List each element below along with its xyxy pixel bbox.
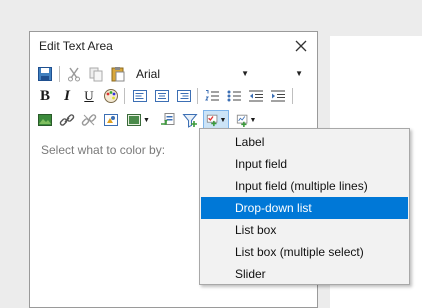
bold-icon: B (39, 87, 50, 104)
font-family-value: Arial (136, 67, 161, 81)
separator (292, 88, 293, 104)
bullet-list-button[interactable] (224, 86, 244, 106)
chevron-down-icon: ▼ (249, 116, 257, 124)
separator (59, 66, 60, 82)
insert-dynamic-item-icon (236, 114, 247, 127)
menu-item-input-field-multiline[interactable]: Input field (multiple lines) (201, 175, 408, 197)
insert-link-button[interactable] (57, 110, 77, 130)
toolbar-row-1: Arial ▼ ▼ (34, 64, 314, 86)
align-right-button[interactable] (174, 86, 194, 106)
close-button[interactable] (293, 38, 309, 54)
menu-item-slider[interactable]: Slider (201, 263, 408, 285)
save-icon (38, 67, 52, 81)
menu-item-input-field[interactable]: Input field (201, 153, 408, 175)
align-left-icon (133, 90, 147, 102)
insert-action-button[interactable] (158, 110, 178, 130)
remove-link-icon (81, 114, 97, 126)
indent-button[interactable] (268, 86, 288, 106)
insert-filter-button[interactable] (180, 110, 200, 130)
insert-property-control-icon (206, 114, 217, 127)
outdent-button[interactable] (246, 86, 266, 106)
insert-visualization-icon (127, 114, 142, 126)
align-center-button[interactable] (152, 86, 172, 106)
copy-icon (89, 67, 103, 82)
align-center-icon (155, 90, 169, 102)
italic-icon: I (64, 87, 70, 104)
numbered-list-button[interactable] (202, 86, 222, 106)
insert-filter-icon (182, 114, 198, 128)
outdent-icon (249, 90, 263, 102)
align-right-icon (177, 90, 191, 102)
insert-image-icon (38, 114, 52, 126)
title-bar: Edit Text Area (30, 32, 317, 62)
chevron-down-icon: ▼ (219, 116, 227, 124)
menu-item-list-box[interactable]: List box (201, 219, 408, 241)
paste-button[interactable] (108, 64, 128, 84)
toolbar-row-2: B I U (34, 86, 314, 108)
insert-visualization-button[interactable]: ▼ (123, 110, 153, 130)
color-button[interactable] (101, 86, 121, 106)
dialog-title: Edit Text Area (39, 39, 113, 53)
remove-link-button[interactable] (79, 110, 99, 130)
property-control-menu: Label Input field Input field (multiple … (199, 128, 410, 285)
cut-icon (68, 67, 80, 82)
insert-link-icon (59, 114, 75, 126)
copy-button[interactable] (86, 64, 106, 84)
chevron-down-icon: ▼ (143, 116, 150, 124)
separator (197, 88, 198, 104)
chevron-down-icon: ▼ (241, 69, 249, 78)
close-icon (295, 40, 307, 52)
insert-action-icon (161, 113, 175, 125)
font-size-select[interactable]: ▼ (254, 64, 306, 84)
menu-item-label[interactable]: Label (201, 131, 408, 153)
underline-button[interactable]: U (79, 86, 99, 106)
bullet-list-icon (227, 90, 241, 102)
separator (124, 88, 125, 104)
insert-property-control-button[interactable]: ▼ (203, 110, 229, 130)
indent-icon (271, 90, 285, 102)
insert-property-icon (104, 114, 118, 126)
insert-dynamic-item-button[interactable]: ▼ (233, 110, 259, 130)
insert-image-button[interactable] (35, 110, 55, 130)
underline-icon: U (84, 88, 94, 103)
numbered-list-icon (205, 90, 219, 101)
cut-button[interactable] (64, 64, 84, 84)
color-palette-icon (104, 89, 118, 103)
bold-button[interactable]: B (35, 86, 55, 106)
save-button[interactable] (35, 64, 55, 84)
chevron-down-icon: ▼ (295, 69, 303, 78)
color-by-hint: Select what to color by: (41, 143, 166, 157)
menu-item-drop-down-list[interactable]: Drop-down list (201, 197, 408, 219)
paste-icon (111, 67, 125, 82)
insert-property-button[interactable] (101, 110, 121, 130)
italic-button[interactable]: I (57, 86, 77, 106)
menu-item-list-box-multiple[interactable]: List box (multiple select) (201, 241, 408, 263)
align-left-button[interactable] (130, 86, 150, 106)
font-family-select[interactable]: Arial ▼ (133, 64, 252, 84)
